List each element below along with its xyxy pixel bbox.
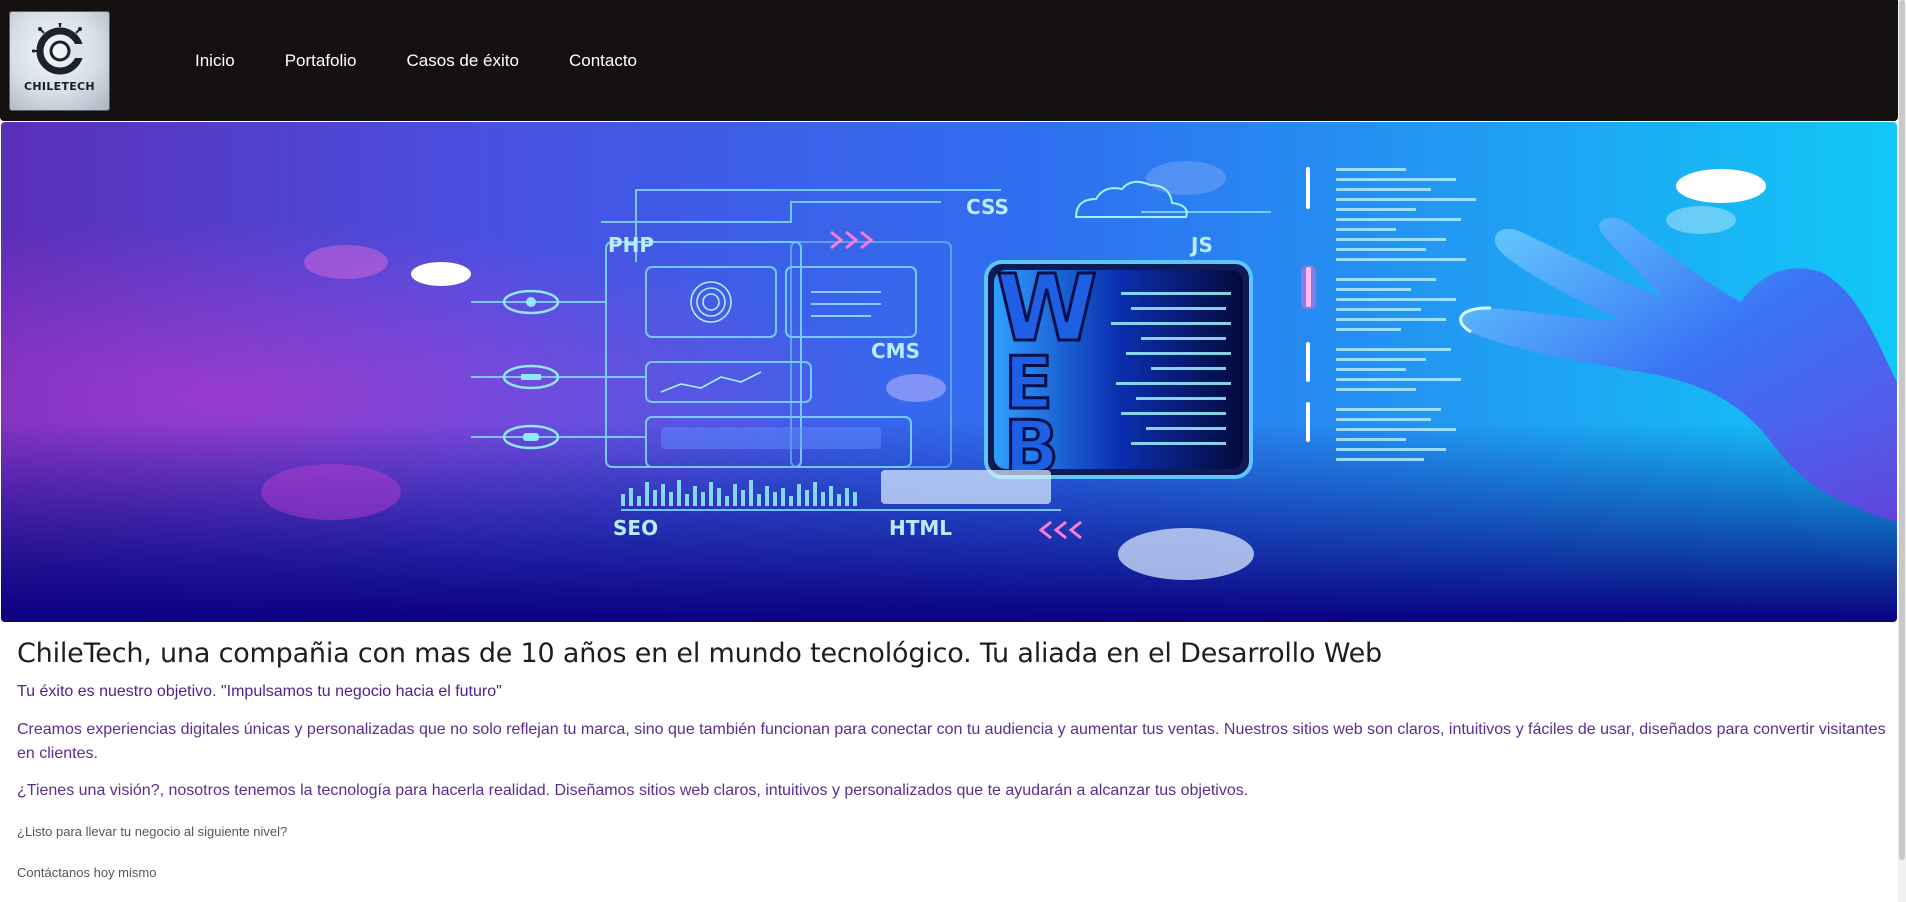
intro-paragraph: Creamos experiencias digitales únicas y … bbox=[17, 721, 1886, 762]
chiletech-logo[interactable]: CHILETECH bbox=[9, 11, 110, 111]
vision-paragraph: ¿Tienes una visión?, nosotros tenemos la… bbox=[17, 782, 1249, 799]
hero-banner: PHP CSS JS CMS SEO HTML W E B bbox=[1, 122, 1897, 622]
cta-question: ¿Listo para llevar tu negocio al siguien… bbox=[17, 824, 288, 839]
logo-c-icon bbox=[31, 23, 86, 75]
logo-text: CHILETECH bbox=[24, 80, 95, 93]
hero-label-php: PHP bbox=[608, 233, 654, 257]
main-nav: Inicio Portafolio Casos de éxito Contact… bbox=[195, 0, 687, 121]
hero-label-cms: CMS bbox=[871, 339, 920, 363]
hero-label-seo: SEO bbox=[613, 516, 658, 540]
cta-contact: Contáctanos hoy mismo bbox=[17, 865, 157, 880]
scrollbar-thumb[interactable] bbox=[1899, 0, 1905, 860]
nav-link-inicio[interactable]: Inicio bbox=[195, 51, 235, 71]
top-navbar: CHILETECH Inicio Portafolio Casos de éxi… bbox=[0, 0, 1898, 121]
nav-link-portafolio[interactable]: Portafolio bbox=[285, 51, 357, 71]
hero-label-css: CSS bbox=[966, 195, 1009, 219]
page-scrollbar[interactable] bbox=[1898, 0, 1906, 902]
main-content: ChileTech, una compañia con mas de 10 añ… bbox=[17, 638, 1887, 880]
nav-link-contacto[interactable]: Contacto bbox=[569, 51, 637, 71]
nav-link-casos-de-exito[interactable]: Casos de éxito bbox=[407, 51, 519, 71]
hero-label-js: JS bbox=[1189, 233, 1213, 257]
hero-label-html: HTML bbox=[889, 516, 952, 540]
page-headline: ChileTech, una compañia con mas de 10 añ… bbox=[17, 638, 1382, 669]
hero-web-illustration: PHP CSS JS CMS SEO HTML W E B bbox=[1, 122, 1897, 622]
tagline: Tu éxito es nuestro objetivo. "Impulsamo… bbox=[17, 683, 502, 700]
